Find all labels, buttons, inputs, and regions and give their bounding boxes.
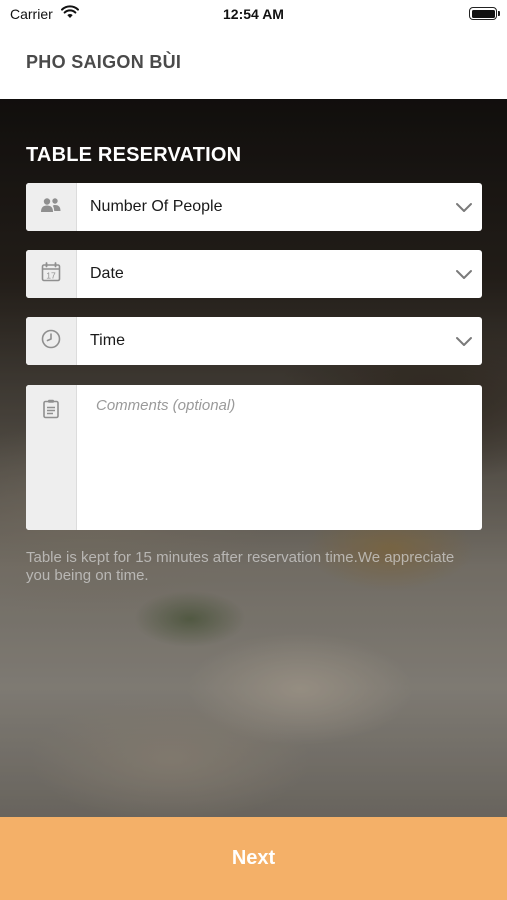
app-header: PHO SAIGON BÙI [0, 28, 507, 99]
number-of-people-label: Number Of People [90, 198, 223, 215]
svg-text:17: 17 [46, 270, 56, 280]
status-bar: Carrier 12:54 AM [0, 0, 507, 28]
date-select[interactable]: 17 Date [26, 250, 482, 298]
people-icon [40, 197, 62, 218]
chevron-down-icon [455, 332, 473, 355]
number-of-people-select[interactable]: Number Of People [26, 183, 482, 231]
chevron-down-icon [455, 198, 473, 221]
comments-box [26, 385, 482, 530]
reservation-title: TABLE RESERVATION [26, 144, 242, 166]
battery-icon [469, 7, 500, 20]
time-label: Time [90, 332, 125, 349]
time-select[interactable]: Time [26, 317, 482, 365]
chevron-down-icon [455, 265, 473, 288]
status-time: 12:54 AM [223, 6, 284, 22]
calendar-icon: 17 [41, 261, 61, 287]
date-label: Date [90, 265, 124, 282]
restaurant-title: PHO SAIGON BÙI [26, 52, 182, 72]
notepad-icon [42, 399, 60, 424]
reservation-note: Table is kept for 15 minutes after reser… [26, 549, 455, 584]
clock-icon [41, 329, 61, 354]
next-button[interactable]: Next [0, 817, 507, 900]
comments-input[interactable] [78, 385, 482, 530]
